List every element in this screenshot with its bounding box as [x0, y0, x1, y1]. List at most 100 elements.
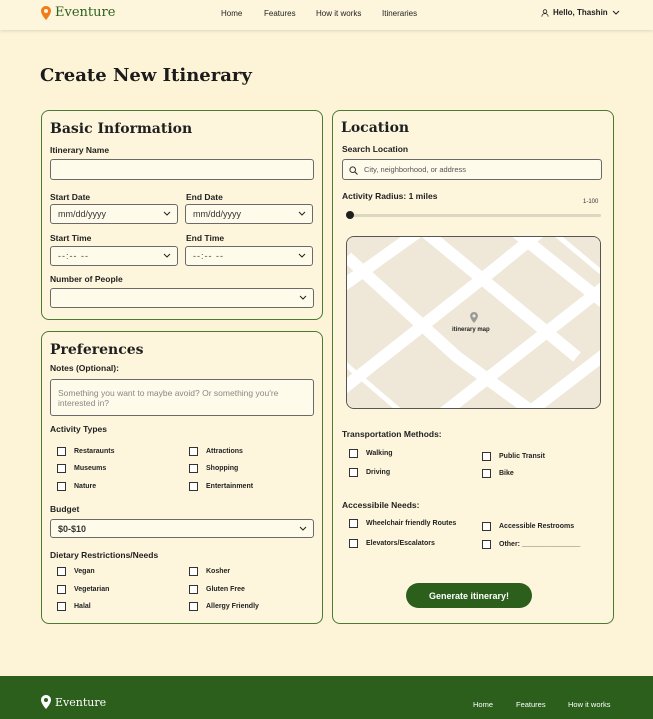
notes-textarea[interactable]: Something you want to maybe avoid? Or so… [50, 379, 314, 416]
checkbox-box[interactable] [57, 585, 66, 594]
checkbox-label: Kosher [206, 568, 231, 575]
checkbox-accessible-restrooms[interactable]: Accessible Restrooms [482, 522, 574, 531]
start-time-value: --:-- -- [58, 251, 89, 261]
chevron-down-icon [612, 10, 620, 15]
footer-nav-home[interactable]: Home [473, 700, 493, 709]
chevron-down-icon [163, 253, 171, 258]
checkbox-vegan[interactable]: Vegan [57, 567, 95, 576]
basic-info-card: Basic Information Itinerary Name Start D… [41, 110, 323, 320]
checkbox-attractions[interactable]: Attractions [189, 447, 243, 456]
start-date-value: mm/dd/yyyy [58, 209, 107, 219]
checkbox-box[interactable] [189, 482, 198, 491]
checkbox-wheelchair-routes[interactable]: Wheelchair friendly Routes [349, 519, 456, 528]
checkbox-vegetarian[interactable]: Vegetarian [57, 585, 109, 594]
checkbox-box[interactable] [189, 602, 198, 611]
checkbox-box[interactable] [482, 522, 491, 531]
checkbox-nature[interactable]: Nature [57, 482, 96, 491]
user-icon [541, 8, 549, 17]
checkbox-halal[interactable]: Halal [57, 602, 91, 611]
transport-label: Transportation Methods: [342, 429, 442, 439]
location-title: Location [341, 120, 410, 136]
notes-placeholder: Something you want to maybe avoid? Or so… [58, 388, 279, 408]
notes-label: Notes (Optional): [50, 363, 119, 373]
footer-nav-how-it-works[interactable]: How it works [568, 700, 611, 709]
search-location-label: Search Location [342, 144, 409, 154]
radius-slider-track[interactable] [347, 214, 601, 217]
checkbox-label: Shopping [206, 465, 239, 472]
end-date-input[interactable]: mm/dd/yyyy [185, 204, 313, 224]
preferences-card: Preferences Notes (Optional): Something … [41, 331, 323, 624]
itinerary-name-input[interactable] [50, 159, 314, 180]
checkbox-elevators[interactable]: Elevators/Escalators [349, 539, 435, 548]
nav-home[interactable]: Home [221, 9, 242, 18]
checkbox-box[interactable] [482, 469, 491, 478]
checkbox-box[interactable] [57, 482, 66, 491]
checkbox-box[interactable] [189, 585, 198, 594]
start-date-input[interactable]: mm/dd/yyyy [50, 204, 178, 224]
checkbox-label: Public Transit [499, 453, 545, 460]
checkbox-box[interactable] [349, 449, 358, 458]
search-location-input[interactable]: City, neighborhood, or address [342, 159, 602, 180]
checkbox-label: Nature [74, 483, 97, 490]
checkbox-label: Gluten Free [206, 586, 245, 593]
checkbox-box[interactable] [57, 567, 66, 576]
nav-how-it-works[interactable]: How it works [316, 9, 361, 18]
brand-name: Eventure [55, 5, 116, 20]
budget-select[interactable]: $0-$10 [50, 519, 314, 538]
start-date-label: Start Date [50, 192, 91, 202]
checkbox-entertainment[interactable]: Entertainment [189, 482, 253, 491]
radius-label: Activity Radius: 1 miles [342, 191, 438, 201]
nav-features[interactable]: Features [264, 9, 296, 18]
start-time-label: Start Time [50, 233, 92, 243]
checkbox-public-transit[interactable]: Public Transit [482, 452, 545, 461]
checkbox-kosher[interactable]: Kosher [189, 567, 230, 576]
end-time-input[interactable]: --:-- -- [185, 246, 313, 266]
generate-itinerary-button[interactable]: Generate itinerary! [406, 583, 532, 608]
checkbox-restaurants[interactable]: Restaraunts [57, 447, 114, 456]
radius-slider-handle[interactable] [346, 211, 354, 219]
chevron-down-icon [299, 295, 307, 300]
end-time-value: --:-- -- [193, 251, 224, 261]
checkbox-box[interactable] [57, 464, 66, 473]
chevron-down-icon [298, 253, 306, 258]
checkbox-bike[interactable]: Bike [482, 469, 514, 478]
footer: Eventure Home Features How it works [0, 676, 653, 719]
footer-nav-features[interactable]: Features [516, 700, 546, 709]
checkbox-box[interactable] [349, 519, 358, 528]
location-pin-icon [41, 5, 51, 20]
checkbox-shopping[interactable]: Shopping [189, 464, 238, 473]
nav-itineraries[interactable]: Itineraries [382, 9, 417, 18]
footer-logo[interactable]: Eventure [41, 695, 106, 709]
checkbox-gluten-free[interactable]: Gluten Free [189, 585, 245, 594]
checkbox-label: Wheelchair friendly Routes [366, 520, 457, 527]
people-select[interactable] [50, 288, 314, 308]
search-icon [349, 166, 358, 175]
radius-range: 1-100 [583, 199, 599, 205]
checkbox-label: Allergy Friendly [206, 603, 259, 610]
checkbox-box[interactable] [349, 539, 358, 548]
checkbox-museums[interactable]: Museums [57, 464, 106, 473]
checkbox-box[interactable] [57, 447, 66, 456]
top-nav-bar: Eventure Home Features How it works Itin… [0, 0, 653, 30]
start-time-input[interactable]: --:-- -- [50, 246, 178, 266]
checkbox-label: Driving [366, 469, 391, 476]
checkbox-driving[interactable]: Driving [349, 468, 390, 477]
checkbox-box[interactable] [189, 464, 198, 473]
accessible-label: Accessibile Needs: [342, 500, 420, 510]
footer-brand-name: Eventure [55, 695, 107, 709]
checkbox-other[interactable]: Other: _______________ [482, 540, 580, 549]
dietary-label: Dietary Restrictions/Needs [50, 550, 159, 560]
user-menu[interactable]: Hello, Thashin [541, 8, 620, 17]
itinerary-map[interactable]: itinerary map [346, 236, 601, 409]
checkbox-box[interactable] [189, 567, 198, 576]
checkbox-box[interactable] [482, 540, 491, 549]
checkbox-walking[interactable]: Walking [349, 449, 393, 458]
checkbox-label: Entertainment [206, 483, 254, 490]
brand-logo[interactable]: Eventure [41, 5, 115, 20]
checkbox-box[interactable] [349, 468, 358, 477]
checkbox-box[interactable] [482, 452, 491, 461]
checkbox-box[interactable] [57, 602, 66, 611]
checkbox-label: Vegetarian [74, 586, 110, 593]
checkbox-box[interactable] [189, 447, 198, 456]
checkbox-allergy-friendly[interactable]: Allergy Friendly [189, 602, 259, 611]
